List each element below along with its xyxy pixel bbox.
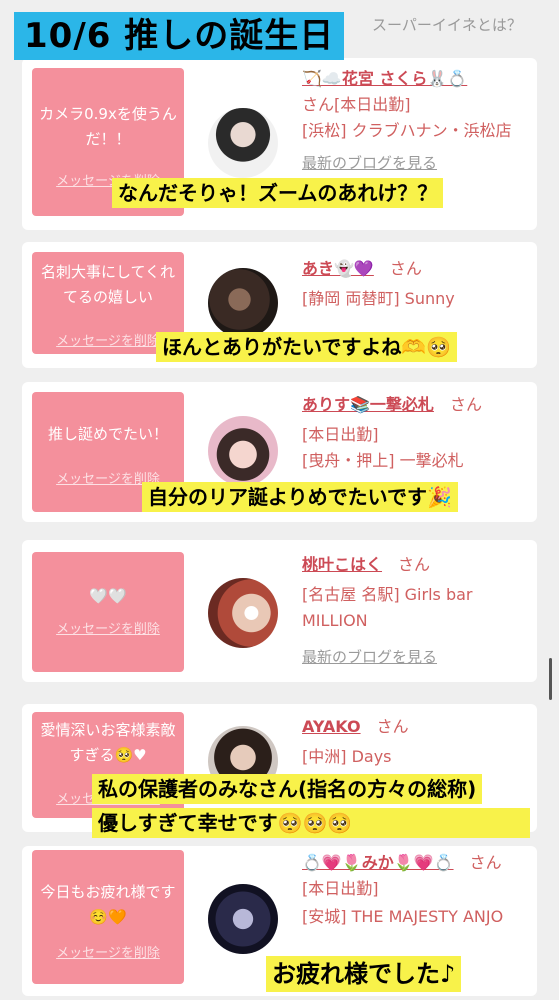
avatar[interactable] bbox=[208, 884, 278, 954]
message-text: 🤍🤍 bbox=[89, 587, 127, 605]
shop-info: [安城] THE MAJESTY ANJO bbox=[302, 907, 504, 926]
cast-info: あき👻💜 さん [静岡 両替町] Sunny bbox=[302, 256, 534, 312]
honorific: さん bbox=[376, 717, 409, 736]
message-text: 推し誕めでたい！ bbox=[47, 425, 168, 443]
status-badge: [本日出勤] bbox=[302, 425, 379, 444]
shop-info: [静岡 両替町] Sunny bbox=[302, 289, 455, 308]
honorific: さん bbox=[398, 555, 431, 574]
avatar[interactable] bbox=[208, 268, 278, 338]
cast-name-link[interactable]: あき👻💜 bbox=[302, 259, 374, 278]
shop-info: [浜松] クラブハナン・浜松店 bbox=[302, 121, 512, 140]
cast-name-link[interactable]: 💍💗🌷みか🌷💗💍 bbox=[302, 853, 454, 872]
caption: なんだそりゃ！ズームのあれけ？？ bbox=[112, 178, 444, 208]
latest-blog-link[interactable]: 最新のブログを見る bbox=[302, 154, 437, 172]
status-badge: [本日出勤] bbox=[302, 879, 379, 898]
super-iine-link[interactable]: スーパーイイネとは？ bbox=[372, 14, 522, 35]
caption: 優しすぎて幸せです🥺🥺🥺 bbox=[92, 808, 530, 838]
caption: お疲れ様でした♪ bbox=[266, 956, 462, 992]
caption: ほんとありがたいですよね🫶🥺 bbox=[156, 332, 458, 362]
latest-blog-link[interactable]: 最新のブログを見る bbox=[302, 648, 437, 666]
cast-info: ありす📚一撃必札 さん [本日出勤] [曳舟・押上] 一撃必札 bbox=[302, 392, 534, 474]
honorific: さん bbox=[389, 259, 422, 278]
cast-name-link[interactable]: 桃叶こはく bbox=[302, 555, 382, 574]
message-box: 🤍🤍 メッセージを削除 bbox=[32, 552, 184, 672]
cast-info: AYAKO さん [中洲] Days bbox=[302, 714, 534, 770]
message-box: 今日もお疲れ様です☺️🧡 メッセージを削除 bbox=[32, 850, 184, 984]
scrollbar-thumb[interactable] bbox=[549, 658, 552, 700]
honorific: さん bbox=[449, 395, 482, 414]
status-badge: [本日出勤] bbox=[334, 95, 411, 114]
cast-name-link[interactable]: AYAKO bbox=[302, 717, 361, 736]
cast-info: 桃叶こはく さん [名古屋 名駅] Girls bar MILLION 最新のブ… bbox=[302, 552, 534, 670]
delete-message-link[interactable]: メッセージを削除 bbox=[32, 942, 184, 961]
message-text: 愛情深いお客様素敵すぎる🥺♥ bbox=[40, 721, 176, 764]
shop-info: [名古屋 名駅] Girls bar MILLION bbox=[302, 585, 473, 630]
shop-info: [中洲] Days bbox=[302, 747, 392, 766]
message-text: 今日もお疲れ様です☺️🧡 bbox=[40, 883, 176, 926]
page-title: 10/6 推しの誕生日 bbox=[14, 12, 345, 60]
cast-info: 💍💗🌷みか🌷💗💍 さん [本日出勤] [安城] THE MAJESTY ANJO bbox=[302, 850, 534, 930]
message-text: 名刺大事にしてくれてるの嬉しい bbox=[40, 263, 176, 306]
message-text: カメラ0.9xを使うんだ！！ bbox=[39, 105, 177, 148]
avatar[interactable] bbox=[208, 108, 278, 178]
avatar[interactable] bbox=[208, 416, 278, 486]
caption: 自分のリア誕よりめでたいです🎉 bbox=[142, 482, 458, 512]
shop-info: [曳舟・押上] 一撃必札 bbox=[302, 451, 464, 470]
message-card: 🤍🤍 メッセージを削除 桃叶こはく さん [名古屋 名駅] Girls bar … bbox=[22, 540, 537, 682]
honorific: さん bbox=[469, 853, 502, 872]
page: 10/6 推しの誕生日 スーパーイイネとは？ カメラ0.9xを使うんだ！！ メッ… bbox=[0, 0, 559, 1000]
cast-name-link[interactable]: ありす📚一撃必札 bbox=[302, 395, 434, 414]
cast-name-link[interactable]: 🏹☁️花宮 さくら🐰💍 bbox=[302, 69, 467, 88]
honorific: さん bbox=[302, 95, 335, 114]
caption: 私の保護者のみなさん(指名の方々の総称) bbox=[92, 774, 483, 804]
avatar[interactable] bbox=[208, 578, 278, 648]
delete-message-link[interactable]: メッセージを削除 bbox=[32, 618, 184, 637]
cast-info: 🏹☁️花宮 さくら🐰💍 さん[本日出勤] [浜松] クラブハナン・浜松店 最新の… bbox=[302, 66, 534, 176]
